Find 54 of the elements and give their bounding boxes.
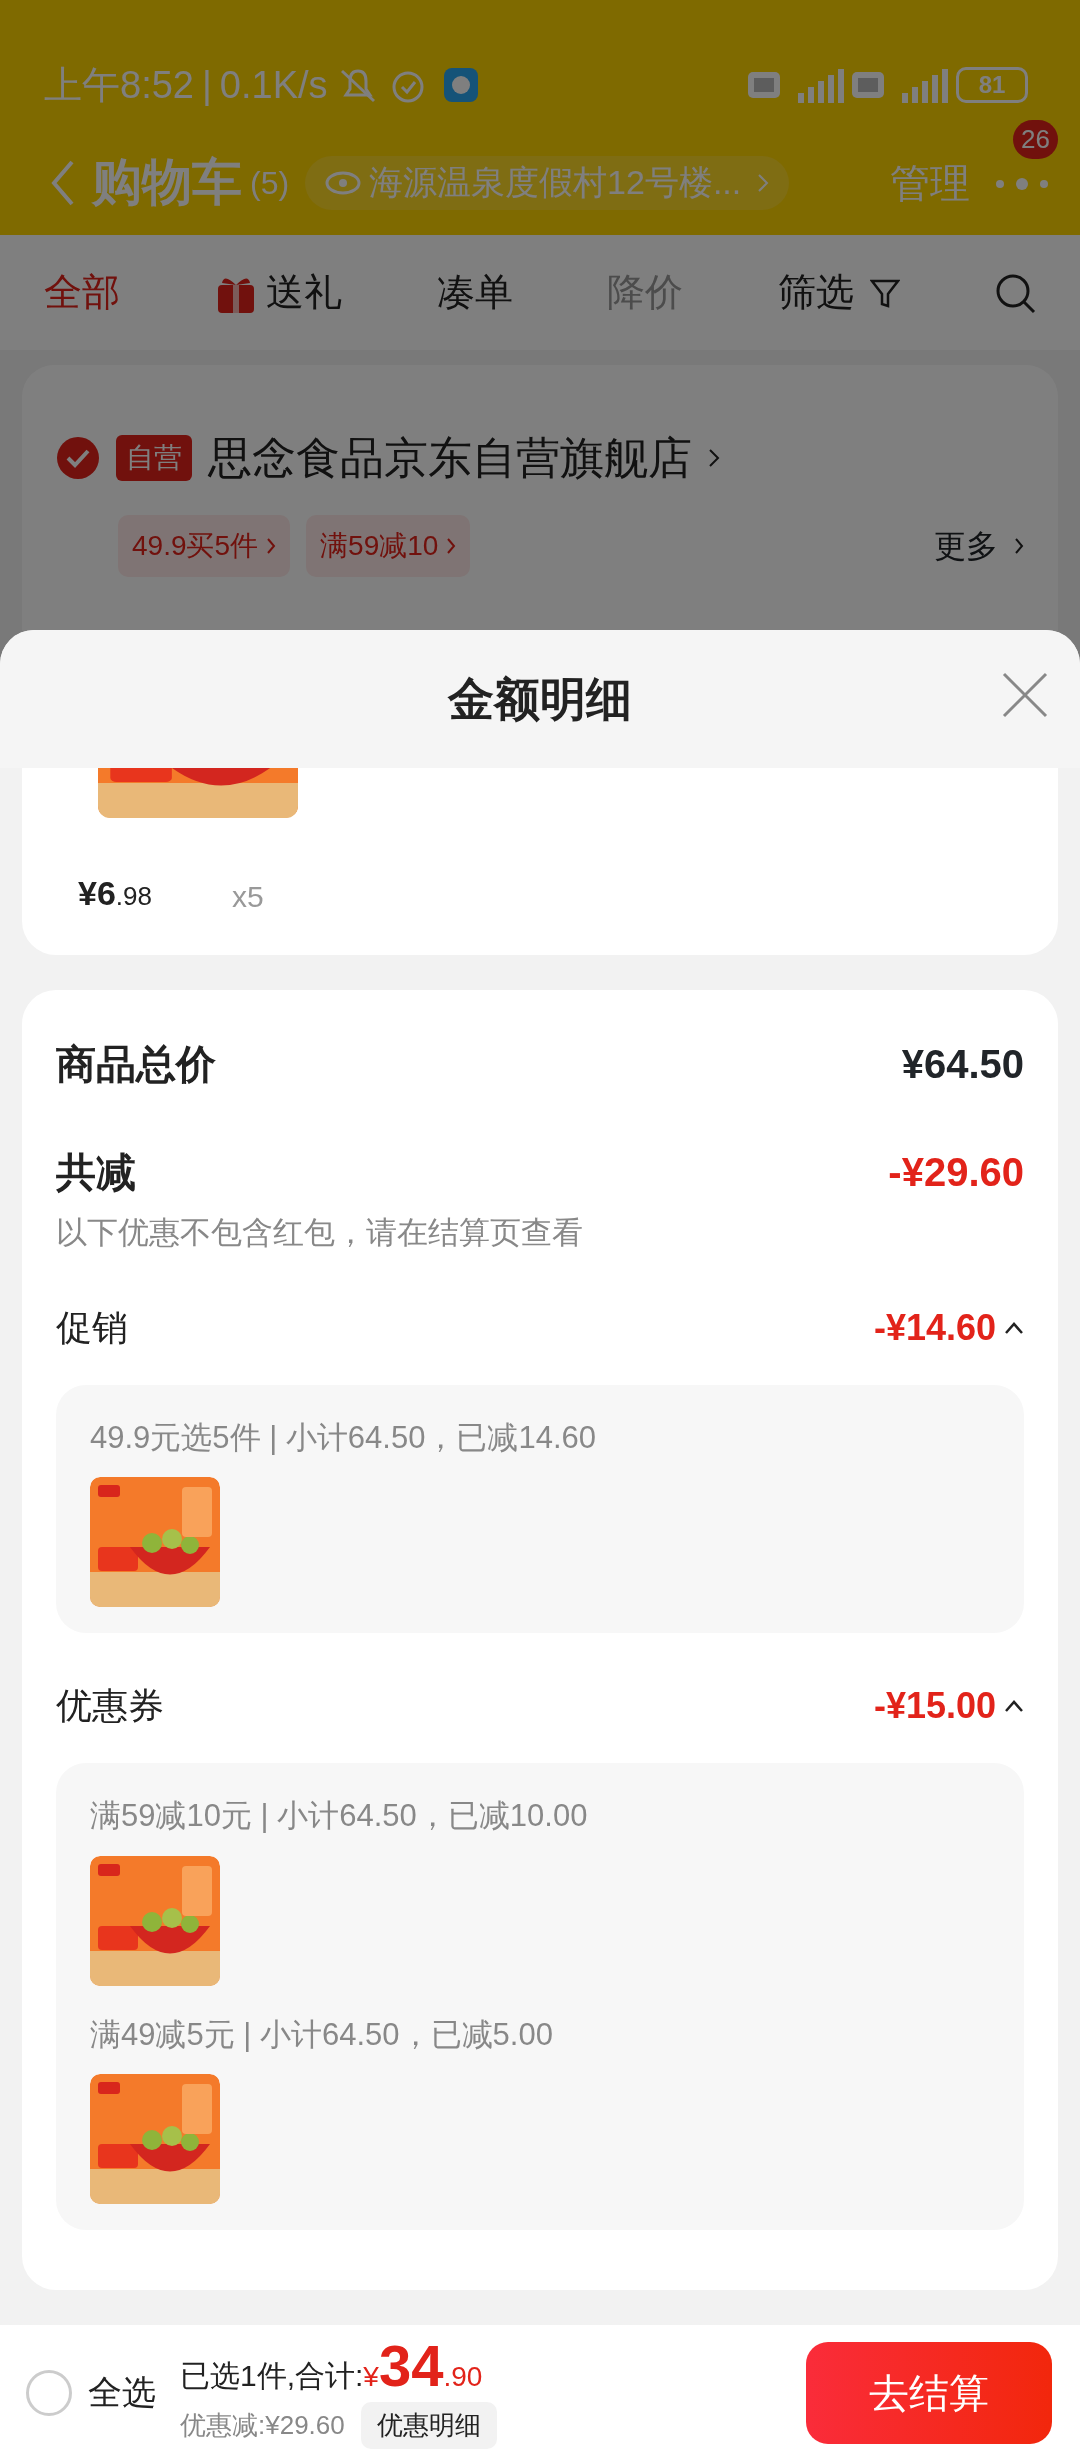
more-link[interactable]: 更多 [934, 522, 1024, 570]
separator-text: | [201, 62, 212, 108]
discount-amount: -¥29.60 [888, 1149, 1024, 1196]
filter-tab[interactable]: 凑单 [436, 264, 513, 321]
discount-rule: 49.9元选5件 | 小计64.50，已减14.60 [90, 1418, 597, 1457]
chevron-right-icon [1014, 537, 1024, 555]
network-speed: 0.1K/s [219, 62, 328, 108]
app-icon [443, 68, 478, 102]
discount-rule: 满49减5元 | 小计64.50，已减5.00 [90, 2015, 554, 2054]
more-icon [994, 175, 1050, 192]
chevron-right-icon [266, 537, 277, 555]
filter-tab[interactable]: 全部 [44, 264, 120, 321]
caret-icon [1004, 1320, 1024, 1335]
address-text: 海源温泉度假村12号楼... [369, 162, 742, 203]
status-time: 上午8:52 [44, 62, 194, 108]
item-quantity: x5 [232, 879, 264, 915]
total-price: ¥34.90 [363, 2336, 483, 2398]
promo-chip[interactable]: 满59减10 [306, 515, 471, 577]
savings-text: 优惠减:¥29.60 [180, 2408, 345, 2442]
select-all-checkbox[interactable] [26, 2369, 72, 2416]
check-icon [56, 436, 100, 480]
select-all-label: 全选 [88, 2372, 156, 2413]
section-toggle[interactable]: -¥14.60 [873, 1300, 1024, 1355]
filter-icon [869, 277, 900, 308]
item-count: (5) [250, 163, 290, 203]
discount-note: 以下优惠不包含红包，请在结算页查看 [56, 1214, 584, 1252]
chevron-right-icon [757, 172, 770, 193]
close-icon [1000, 670, 1050, 720]
page-title: 购物车 [92, 153, 242, 212]
eye-icon [325, 169, 362, 196]
sheet-title: 金额明细 [448, 671, 632, 727]
checkout-button[interactable]: 去结算 [806, 2341, 1052, 2444]
caret-icon [1004, 1699, 1024, 1713]
discount-label: 共减 [56, 1149, 136, 1196]
section-label: 促销 [56, 1305, 128, 1350]
message-count-badge: 26 [1013, 120, 1058, 160]
chevron-right-icon [446, 537, 457, 555]
selected-summary: 已选1件,合计: [180, 2357, 364, 2394]
store-tag: 自营 [116, 435, 192, 481]
filter-tab[interactable]: 筛选 [777, 264, 900, 321]
item-price: ¥6.98 [78, 873, 152, 914]
total-label: 商品总价 [56, 1041, 216, 1088]
filter-tab[interactable]: 送礼 [214, 264, 343, 321]
close-button[interactable] [1000, 670, 1050, 720]
section-label: 优惠券 [56, 1684, 164, 1728]
battery-icon: 81 [956, 67, 1028, 103]
promo-chip[interactable]: 49.9买5件 [118, 515, 291, 577]
discount-rule: 满59减10元 | 小计64.50，已减10.00 [90, 1797, 589, 1835]
discount-detail-button[interactable]: 优惠明细 [360, 2401, 497, 2449]
chevron-right-icon [708, 448, 720, 468]
section-toggle[interactable]: -¥15.00 [873, 1679, 1024, 1733]
store-name[interactable]: 思念食品京东自营旗舰店 [208, 425, 692, 491]
store-checkbox[interactable] [56, 436, 100, 480]
total-amount: ¥64.50 [901, 1041, 1024, 1088]
